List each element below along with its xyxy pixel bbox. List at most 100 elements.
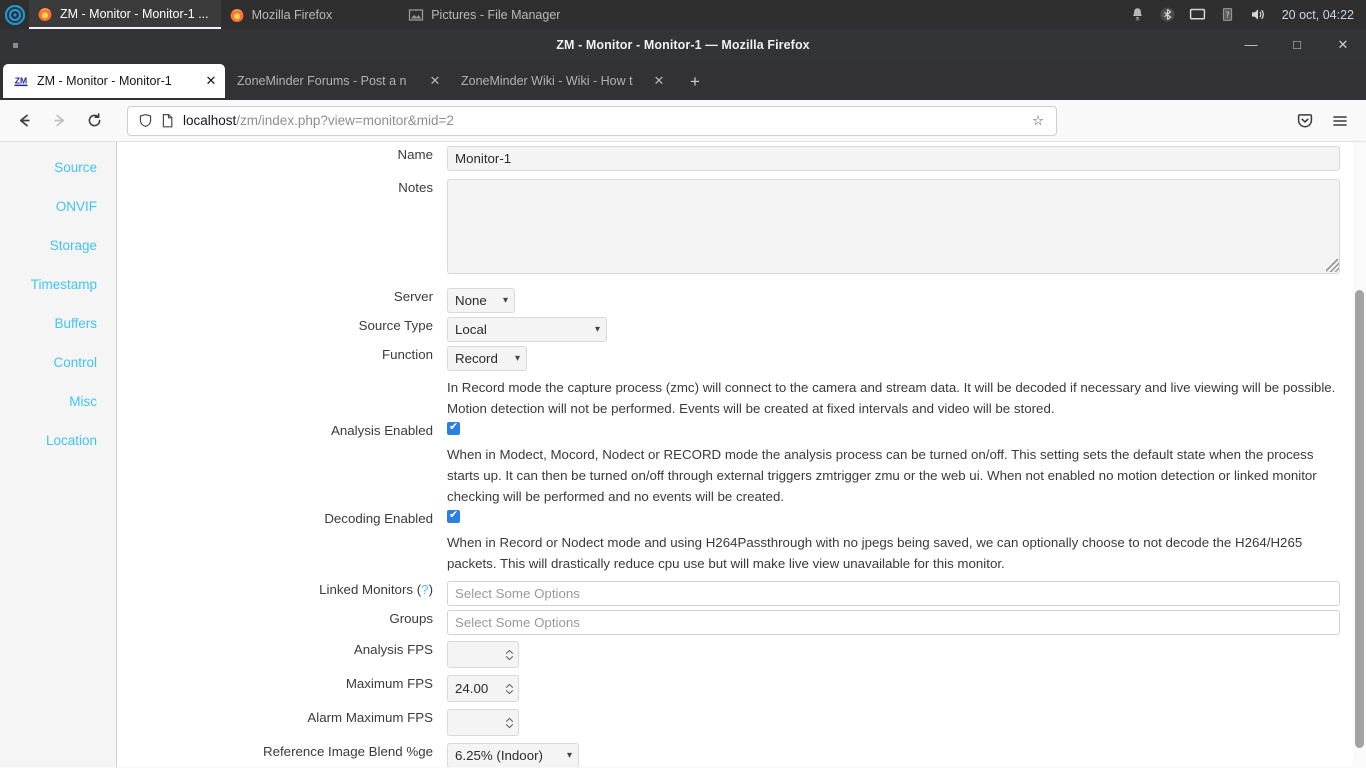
shield-icon[interactable] — [134, 110, 156, 132]
form-row-reference-image-blend: Reference Image Blend %ge 6.25% (Indoor)… — [117, 743, 1355, 767]
sidebar-item-timestamp[interactable]: Timestamp — [0, 265, 116, 304]
pocket-icon[interactable] — [1288, 105, 1321, 137]
form-row-function: Function Record ▾ — [117, 346, 1355, 371]
linked-monitors-label-text: Linked Monitors ( — [319, 582, 422, 597]
name-input[interactable] — [447, 146, 1340, 171]
back-button[interactable] — [8, 105, 41, 137]
linked-monitors-multiselect[interactable]: Select Some Options — [447, 581, 1340, 606]
taskbar-item-label: Pictures - File Manager — [431, 7, 561, 22]
name-label: Name — [397, 147, 433, 162]
sidebar-item-onvif[interactable]: ONVIF — [0, 187, 116, 226]
tab-close-icon[interactable]: ✕ — [649, 71, 669, 91]
analysis-enabled-label: Analysis Enabled — [330, 423, 433, 438]
spinner-arrows-icon[interactable] — [505, 649, 514, 661]
svg-text:?: ? — [1225, 10, 1229, 19]
notes-textarea[interactable] — [447, 179, 1340, 274]
sidebar-item-buffers[interactable]: Buffers — [0, 304, 116, 343]
hamburger-menu-icon[interactable] — [1323, 105, 1356, 137]
form-row-name: Name — [117, 146, 1355, 171]
form-row-analysis-enabled-help: When in Modect, Mocord, Nodect or RECORD… — [117, 444, 1355, 507]
groups-multiselect[interactable]: Select Some Options — [447, 610, 1340, 635]
url-bar[interactable]: localhost/zm/index.php?view=monitor&mid=… — [127, 105, 1057, 136]
sidebar-item-source[interactable]: Source — [0, 148, 116, 187]
form-row-source-type: Source Type Local ▾ — [117, 317, 1355, 342]
function-help-text: In Record mode the capture process (zmc)… — [447, 380, 1336, 416]
sidebar-item-misc[interactable]: Misc — [0, 382, 116, 421]
new-tab-button[interactable]: + — [679, 67, 711, 97]
maximize-button[interactable]: □ — [1274, 29, 1320, 60]
maximum-fps-label: Maximum FPS — [345, 676, 433, 691]
help-question-icon[interactable]: ? — [421, 582, 428, 597]
zm-favicon: ZM — [13, 73, 29, 89]
tab-close-icon[interactable]: ✕ — [425, 71, 445, 91]
close-button[interactable]: ✕ — [1320, 29, 1366, 60]
clock[interactable]: 20 oct, 04:22 — [1282, 8, 1354, 22]
sidebar-item-location[interactable]: Location — [0, 421, 116, 460]
function-label: Function — [382, 347, 433, 362]
bookmark-star-icon[interactable]: ☆ — [1026, 109, 1050, 133]
form-row-groups: Groups Select Some Options — [117, 610, 1355, 635]
taskbar-item-mozilla-firefox[interactable]: Mozilla Firefox — [221, 0, 345, 29]
bluetooth-icon[interactable] — [1159, 6, 1176, 23]
sidebar-item-storage[interactable]: Storage — [0, 226, 116, 265]
decoding-enabled-label: Decoding Enabled — [324, 511, 433, 526]
monitor-settings-form: Name Notes Server None — [117, 142, 1355, 767]
analysis-enabled-checkbox[interactable] — [447, 421, 460, 435]
page-scrollbar[interactable] — [1353, 142, 1366, 767]
taskbar-item-zm-monitor[interactable]: ZM - Monitor - Monitor-1 ... — [29, 0, 221, 29]
url-path: /zm/index.php?view=monitor&mid=2 — [236, 113, 454, 128]
monitor-settings-sidebar: Source ONVIF Storage Timestamp Buffers C… — [0, 142, 117, 767]
form-row-analysis-fps: Analysis FPS — [117, 641, 1355, 668]
tab-title: ZoneMinder Wiki - Wiki - How t — [461, 74, 633, 88]
form-row-notes: Notes — [117, 179, 1355, 279]
window-titlebar: ZM - Monitor - Monitor-1 — Mozilla Firef… — [0, 29, 1366, 60]
source-type-select[interactable]: Local — [447, 317, 607, 342]
alarm-maximum-fps-label: Alarm Maximum FPS — [307, 710, 433, 725]
server-label: Server — [393, 289, 433, 304]
groups-placeholder: Select Some Options — [455, 615, 580, 630]
sidebar-item-control[interactable]: Control — [0, 343, 116, 382]
battery-icon[interactable]: ? — [1219, 6, 1236, 23]
tab-zm-monitor[interactable]: ZM ZM - Monitor - Monitor-1 ✕ — [3, 64, 225, 98]
function-select[interactable]: Record — [447, 346, 527, 371]
page-content: Source ONVIF Storage Timestamp Buffers C… — [0, 142, 1366, 767]
taskbar-item-label: ZM - Monitor - Monitor-1 ... — [60, 6, 209, 21]
display-icon[interactable] — [1189, 6, 1206, 23]
firefox-icon — [229, 7, 245, 23]
tab-close-icon[interactable]: ✕ — [201, 71, 221, 91]
reference-image-blend-label: Reference Image Blend %ge — [262, 744, 433, 759]
tab-zoneminder-forums[interactable]: ZoneMinder Forums - Post a n ✕ — [227, 64, 449, 98]
tab-title: ZM - Monitor - Monitor-1 — [37, 74, 172, 88]
tab-title: ZoneMinder Forums - Post a n — [237, 74, 407, 88]
toolbar-right-buttons — [1288, 105, 1358, 137]
form-row-analysis-enabled: Analysis Enabled — [117, 421, 1355, 440]
form-row-function-help: In Record mode the capture process (zmc)… — [117, 377, 1355, 419]
page-icon[interactable] — [156, 110, 178, 132]
minimize-button[interactable]: — — [1228, 29, 1274, 60]
form-row-decoding-enabled-help: When in Record or Nodect mode and using … — [117, 532, 1355, 574]
forward-button[interactable] — [43, 105, 76, 137]
server-select[interactable]: None — [447, 288, 515, 313]
volume-icon[interactable] — [1249, 6, 1266, 23]
reload-button[interactable] — [78, 105, 111, 137]
source-type-label: Source Type — [358, 318, 433, 333]
textarea-resize-handle[interactable] — [1326, 259, 1339, 272]
spinner-arrows-icon[interactable] — [505, 717, 514, 729]
spinner-arrows-icon[interactable] — [505, 683, 514, 695]
page-scrollbar-thumb[interactable] — [1355, 290, 1364, 748]
tab-zoneminder-wiki[interactable]: ZoneMinder Wiki - Wiki - How t ✕ — [451, 64, 673, 98]
bell-icon[interactable] — [1129, 6, 1146, 23]
reference-image-blend-select[interactable]: 6.25% (Indoor) — [447, 743, 579, 767]
url-text[interactable]: localhost/zm/index.php?view=monitor&mid=… — [183, 113, 1026, 128]
window-controls: — □ ✕ — [1228, 29, 1366, 60]
form-row-linked-monitors: Linked Monitors (?) Select Some Options — [117, 581, 1355, 606]
firefox-icon — [37, 6, 53, 22]
taskbar-item-pictures-file-manager[interactable]: Pictures - File Manager — [400, 0, 572, 29]
svg-text:ZM: ZM — [15, 76, 27, 86]
system-tray: ? 20 oct, 04:22 — [1129, 0, 1366, 29]
firefox-window: ZM - Monitor - Monitor-1 — Mozilla Firef… — [0, 29, 1366, 768]
linked-monitors-label: Linked Monitors (?) — [117, 581, 447, 598]
system-logo-icon[interactable] — [0, 0, 29, 29]
form-row-server: Server None ▾ — [117, 288, 1355, 313]
decoding-enabled-checkbox[interactable] — [447, 509, 460, 523]
